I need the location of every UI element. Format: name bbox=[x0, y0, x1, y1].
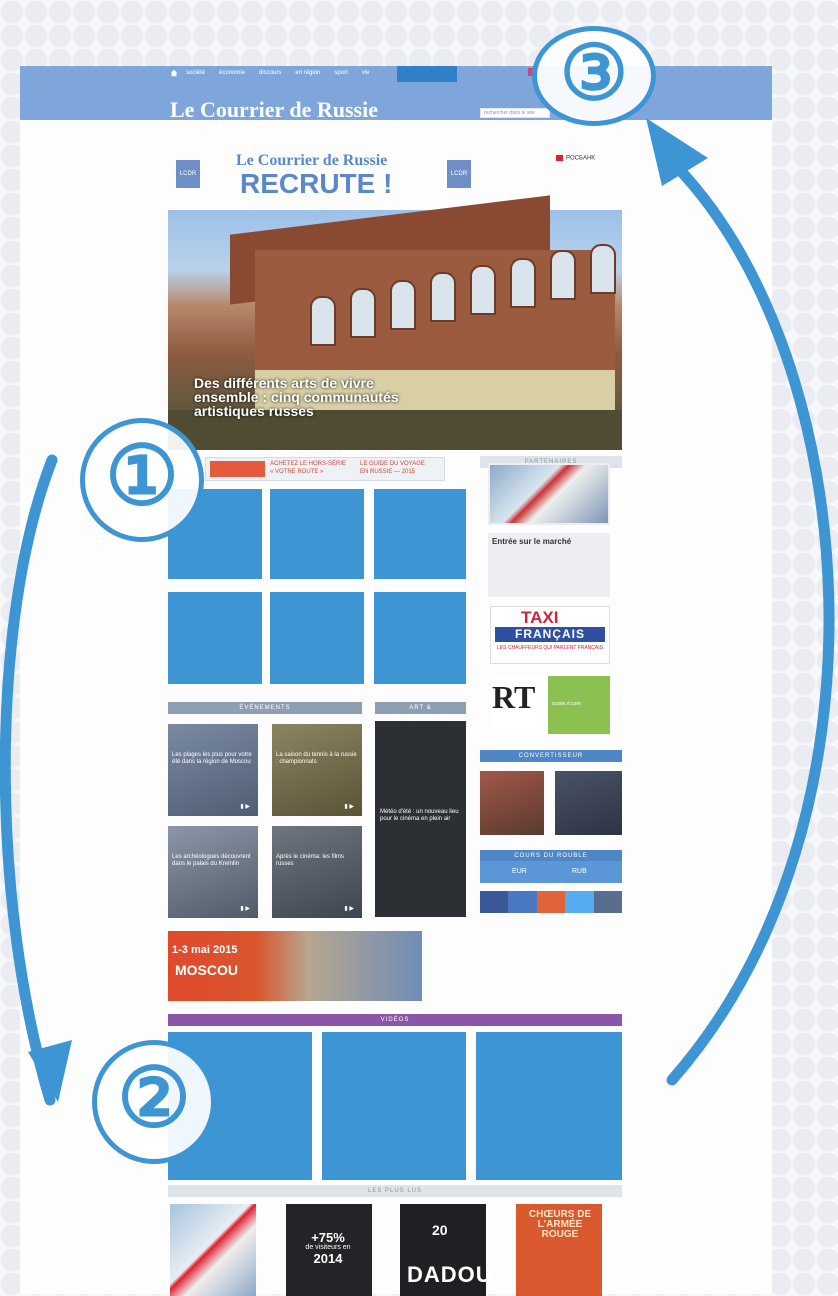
marker-three: ③ bbox=[532, 26, 656, 126]
marker-two: ② bbox=[92, 1040, 216, 1164]
marker-one: ① bbox=[80, 418, 204, 542]
